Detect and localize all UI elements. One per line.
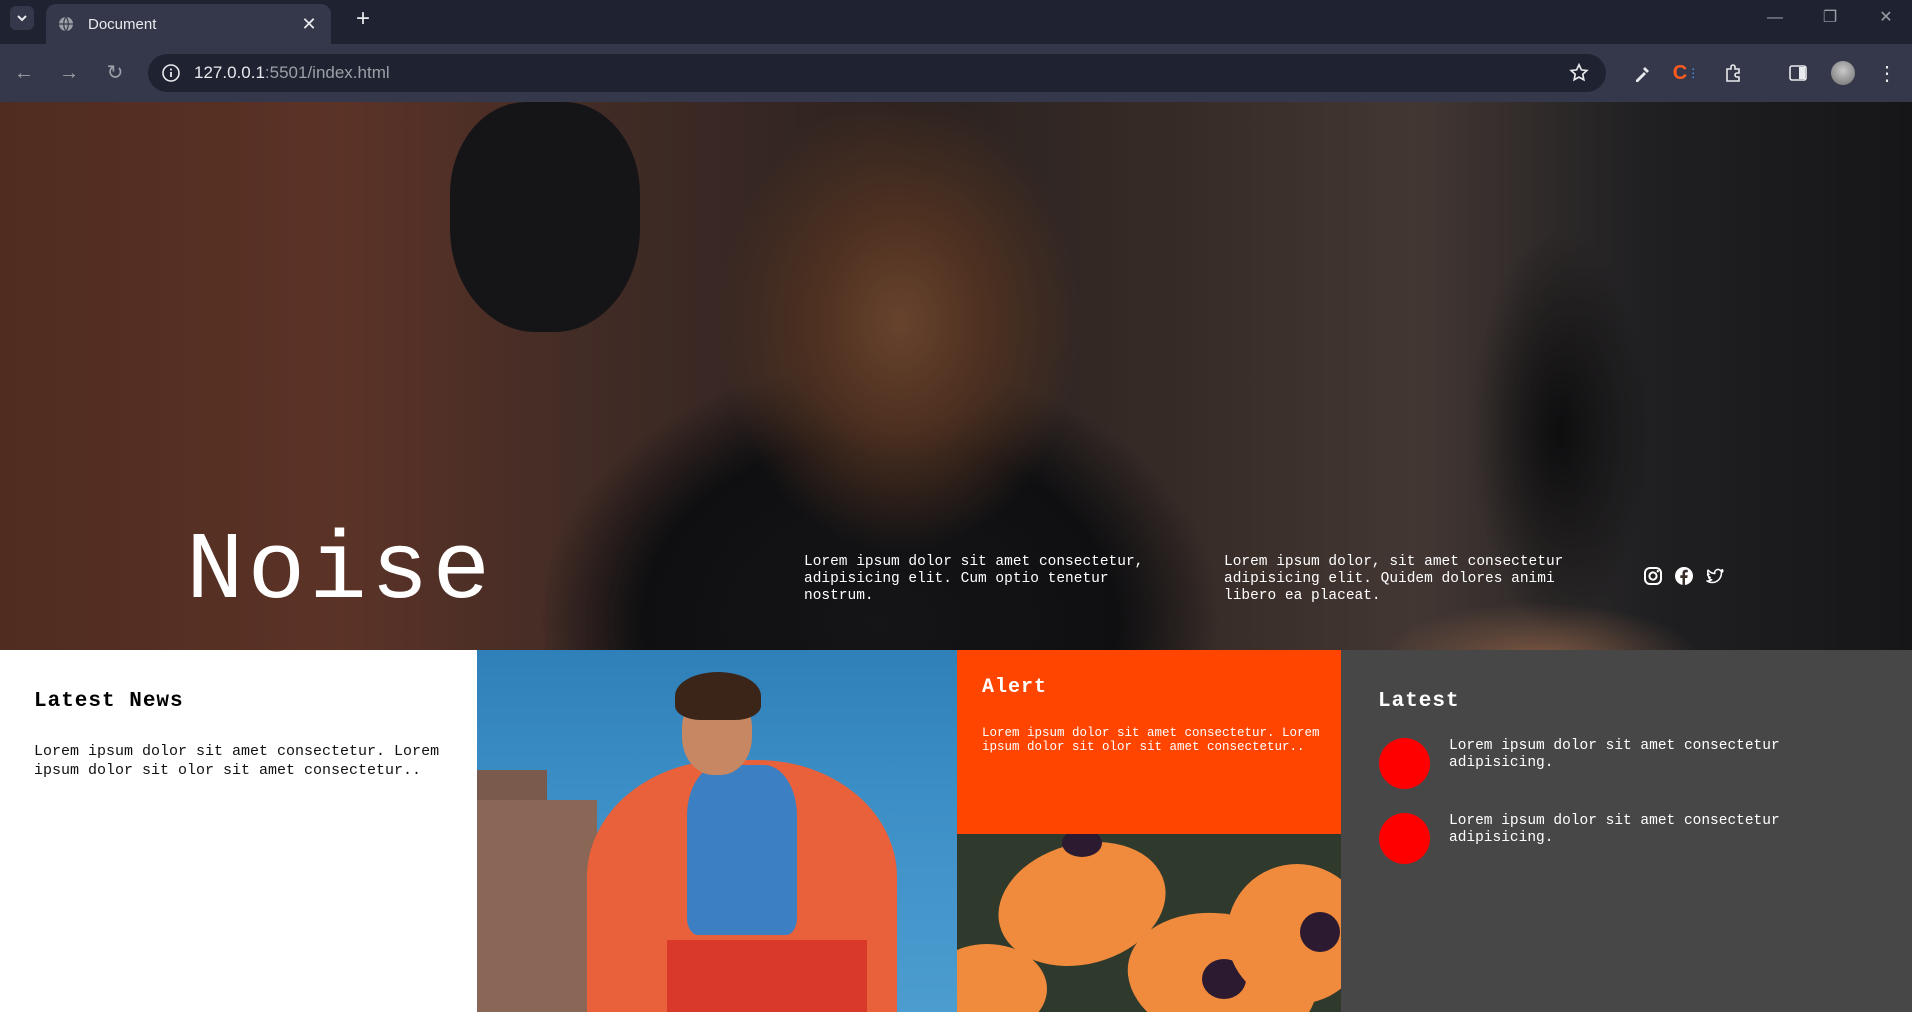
- photo-hair: [675, 672, 761, 720]
- latest-news-section: Latest News Lorem ipsum dolor sit amet c…: [0, 650, 477, 1012]
- instagram-icon[interactable]: [1643, 566, 1663, 586]
- chevron-down-icon: [17, 15, 27, 22]
- latest-item-text: Lorem ipsum dolor sit amet consectetur a…: [1449, 738, 1780, 771]
- new-tab-button[interactable]: +: [350, 5, 376, 33]
- tab-search-button[interactable]: [10, 6, 34, 30]
- latest-item-dot: [1379, 813, 1430, 864]
- address-bar[interactable]: 127.0.0.1:5501/index.html: [148, 54, 1606, 92]
- latest-news-body: Lorem ipsum dolor sit amet consectetur. …: [34, 743, 440, 779]
- hero-section: Noise Lorem ipsum dolor sit amet consect…: [0, 102, 1912, 650]
- minimize-button[interactable]: —: [1755, 6, 1795, 30]
- latest-news-heading: Latest News: [34, 690, 184, 713]
- url-host: 127.0.0.1: [194, 63, 265, 82]
- alert-heading: Alert: [982, 676, 1048, 699]
- puzzle-extensions-icon[interactable]: [1720, 60, 1746, 86]
- side-panel-icon[interactable]: [1785, 60, 1811, 86]
- hero-background-image: [450, 102, 640, 332]
- fashion-photo: [477, 650, 957, 1012]
- back-button[interactable]: ←: [12, 61, 36, 85]
- latest-item-text: Lorem ipsum dolor sit amet consectetur a…: [1449, 813, 1780, 846]
- twitter-icon[interactable]: [1705, 566, 1725, 586]
- hero-text-2: Lorem ipsum dolor, sit amet consectetur …: [1224, 554, 1564, 604]
- latest-item[interactable]: Lorem ipsum dolor sit amet consectetur a…: [1379, 738, 1879, 790]
- tab-title: Document: [88, 15, 157, 33]
- reload-button[interactable]: ↻: [103, 61, 127, 85]
- hero-title: Noise: [186, 517, 495, 626]
- hero-text-1: Lorem ipsum dolor sit amet consectetur, …: [804, 554, 1144, 604]
- bookmark-star-icon[interactable]: [1568, 62, 1590, 84]
- restore-button[interactable]: ❐: [1810, 6, 1850, 30]
- profile-avatar[interactable]: [1830, 60, 1856, 86]
- browser-toolbar: ← → ↻ 127.0.0.1:5501/index.html C ⋮ ⋮: [0, 44, 1912, 102]
- colorzilla-extension-icon[interactable]: C ⋮: [1673, 60, 1699, 86]
- photo-pants: [667, 940, 867, 1012]
- alert-body: Lorem ipsum dolor sit amet consectetur. …: [982, 726, 1320, 754]
- browser-tab[interactable]: Document ✕: [46, 4, 331, 44]
- alert-section: Alert Lorem ipsum dolor sit amet consect…: [957, 650, 1341, 1012]
- flowers-photo: [957, 834, 1341, 1012]
- facebook-icon[interactable]: [1674, 566, 1694, 586]
- photo-shirt: [687, 765, 797, 935]
- tab-strip: Document ✕ + — ❐ ✕: [0, 0, 1912, 44]
- close-tab-icon[interactable]: ✕: [299, 15, 319, 33]
- alert-box: Alert Lorem ipsum dolor sit amet consect…: [957, 650, 1341, 834]
- page-viewport: Noise Lorem ipsum dolor sit amet consect…: [0, 102, 1912, 1012]
- photo-building: [477, 800, 597, 1012]
- latest-item[interactable]: Lorem ipsum dolor sit amet consectetur a…: [1379, 813, 1879, 865]
- forward-button[interactable]: →: [57, 61, 81, 85]
- latest-section: Latest Lorem ipsum dolor sit amet consec…: [1341, 650, 1912, 1012]
- menu-kebab-icon[interactable]: ⋮: [1874, 60, 1900, 86]
- site-info-icon[interactable]: [162, 64, 180, 82]
- globe-icon: [59, 16, 73, 32]
- latest-item-dot: [1379, 738, 1430, 789]
- latest-heading: Latest: [1378, 690, 1460, 713]
- url-path: :5501/index.html: [264, 63, 390, 82]
- close-window-button[interactable]: ✕: [1866, 6, 1906, 30]
- eyedropper-extension-icon[interactable]: [1630, 60, 1656, 86]
